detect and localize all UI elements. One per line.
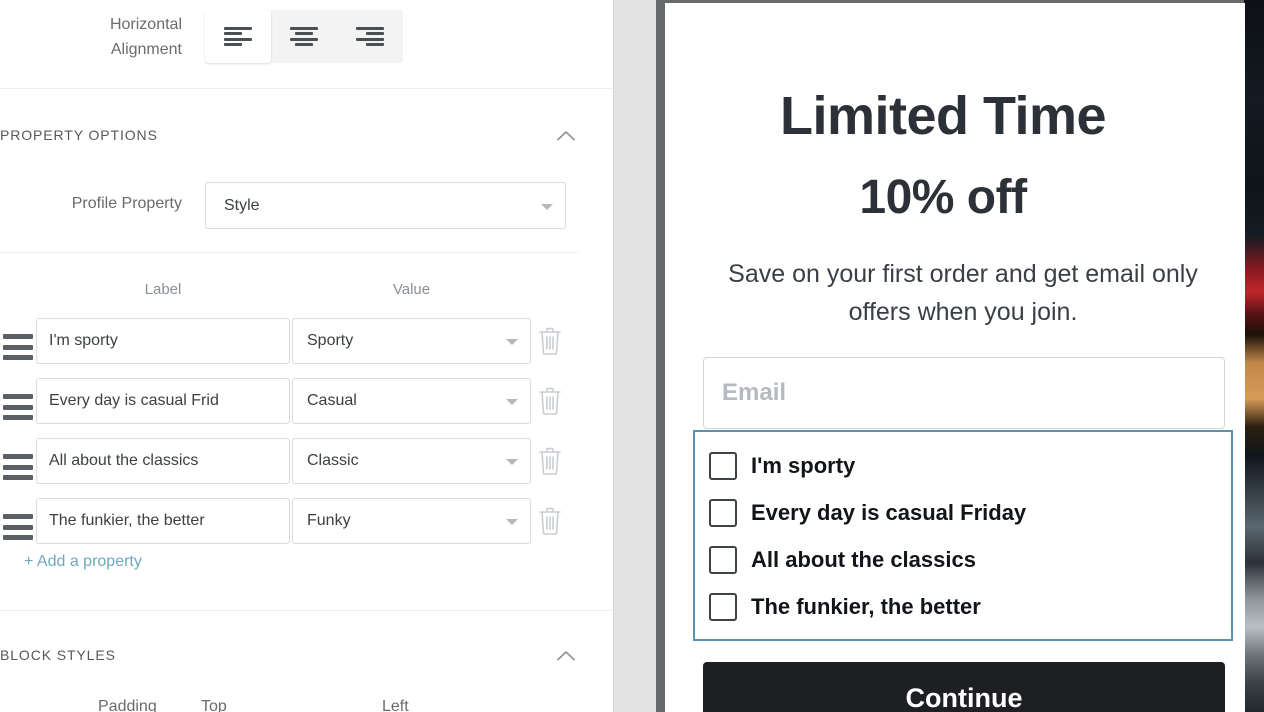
- alignment-label-line-1: Horizontal: [109, 16, 182, 33]
- section-divider-top: [0, 88, 613, 89]
- property-value-select[interactable]: Funky: [292, 498, 531, 544]
- list-item[interactable]: Every day is casual Friday: [709, 497, 1026, 529]
- table-row: Casual: [0, 378, 613, 438]
- app-root: Horizontal Alignment PROPERTY OPTIONS Pr…: [0, 0, 1264, 712]
- drag-handle-icon[interactable]: [3, 454, 33, 480]
- checkbox-group-selected[interactable]: I'm sporty Every day is casual Friday Al…: [693, 430, 1233, 641]
- property-options-title: PROPERTY OPTIONS: [0, 127, 158, 143]
- align-center-icon: [290, 26, 318, 47]
- checkbox-icon[interactable]: [709, 499, 737, 527]
- continue-button[interactable]: Continue: [703, 662, 1225, 712]
- align-right-button[interactable]: [337, 10, 403, 63]
- property-rows-list: Sporty Casual: [0, 318, 613, 558]
- property-value-text: Sporty: [307, 332, 354, 349]
- property-value-text: Casual: [307, 392, 357, 409]
- block-styles-title: BLOCK STYLES: [0, 647, 116, 663]
- property-value-text: Classic: [307, 452, 359, 469]
- drag-handle-icon[interactable]: [3, 394, 33, 420]
- horizontal-alignment-row: Horizontal Alignment: [0, 0, 613, 88]
- preview-gutter: [613, 0, 656, 712]
- padding-top-label: Top: [201, 698, 227, 712]
- property-label-input[interactable]: [36, 498, 290, 544]
- chevron-down-icon: [506, 399, 518, 405]
- property-label-input[interactable]: [36, 438, 290, 484]
- checkbox-label: I'm sporty: [751, 453, 856, 478]
- promo-headline-line-2: 10% off: [859, 171, 1027, 224]
- property-value-select[interactable]: Sporty: [292, 318, 531, 364]
- padding-label: Padding: [98, 698, 157, 712]
- checkbox-icon[interactable]: [709, 452, 737, 480]
- drag-handle-icon[interactable]: [3, 334, 33, 360]
- profile-property-value: Style: [224, 196, 260, 214]
- signup-modal-preview: Limited Time 10% off Save on your first …: [665, 3, 1245, 712]
- chevron-down-icon: [506, 459, 518, 465]
- property-label-input[interactable]: [36, 378, 290, 424]
- trash-icon[interactable]: [537, 386, 563, 416]
- padding-left-label: Left: [382, 698, 409, 712]
- trash-icon[interactable]: [537, 446, 563, 476]
- promo-subtext: Save on your first order and get email o…: [728, 260, 1198, 326]
- alignment-label-line-2: Alignment: [110, 41, 182, 58]
- modal-content: Limited Time 10% off Save on your first …: [665, 3, 1233, 712]
- editor-panel: Horizontal Alignment PROPERTY OPTIONS Pr…: [0, 0, 613, 712]
- chevron-down-icon: [541, 203, 553, 210]
- table-row: Sporty: [0, 318, 613, 378]
- email-input[interactable]: [703, 357, 1225, 429]
- column-header-label: Label: [144, 281, 182, 298]
- checkbox-label: Every day is casual Friday: [751, 500, 1027, 525]
- checkbox-label: The funkier, the better: [751, 594, 981, 619]
- chevron-up-icon[interactable]: [557, 650, 575, 661]
- preview-frame: Limited Time 10% off Save on your first …: [656, 0, 1264, 712]
- property-label-input[interactable]: [36, 318, 290, 364]
- property-options-header[interactable]: PROPERTY OPTIONS: [0, 110, 613, 160]
- list-item[interactable]: All about the classics: [709, 544, 976, 576]
- drag-handle-icon[interactable]: [3, 514, 33, 540]
- trash-icon[interactable]: [537, 326, 563, 356]
- table-row: Funky: [0, 498, 613, 558]
- column-header-value: Value: [392, 281, 431, 298]
- list-item[interactable]: The funkier, the better: [709, 591, 981, 623]
- alignment-button-group: [205, 10, 403, 63]
- profile-property-label: Profile Property: [71, 195, 182, 212]
- background-photo-strip: [1244, 0, 1264, 712]
- property-value-select[interactable]: Casual: [292, 378, 531, 424]
- block-styles-header[interactable]: BLOCK STYLES: [0, 630, 613, 680]
- section-divider-middle: [0, 252, 578, 253]
- label-value-column-headers: Label Value: [0, 281, 613, 303]
- checkbox-label: All about the classics: [751, 547, 976, 572]
- trash-icon[interactable]: [537, 506, 563, 536]
- align-center-button[interactable]: [271, 10, 337, 63]
- align-left-button[interactable]: [205, 10, 271, 63]
- property-value-select[interactable]: Classic: [292, 438, 531, 484]
- add-property-link[interactable]: + Add a property: [24, 553, 142, 571]
- section-divider-bottom: [0, 610, 613, 611]
- list-item[interactable]: I'm sporty: [709, 450, 855, 482]
- align-left-icon: [224, 26, 252, 47]
- chevron-up-icon[interactable]: [557, 130, 575, 141]
- block-styles-padding-row: Padding Top Left: [0, 698, 613, 712]
- profile-property-select[interactable]: Style: [205, 182, 566, 229]
- profile-property-row: Profile Property Style: [0, 182, 613, 230]
- chevron-down-icon: [506, 339, 518, 345]
- promo-headline-line-1: Limited Time: [779, 86, 1107, 146]
- align-right-icon: [356, 26, 384, 47]
- checkbox-icon[interactable]: [709, 546, 737, 574]
- horizontal-alignment-label: Horizontal Alignment: [0, 12, 182, 62]
- checkbox-icon[interactable]: [709, 593, 737, 621]
- property-value-text: Funky: [307, 512, 351, 529]
- chevron-down-icon: [506, 519, 518, 525]
- table-row: Classic: [0, 438, 613, 498]
